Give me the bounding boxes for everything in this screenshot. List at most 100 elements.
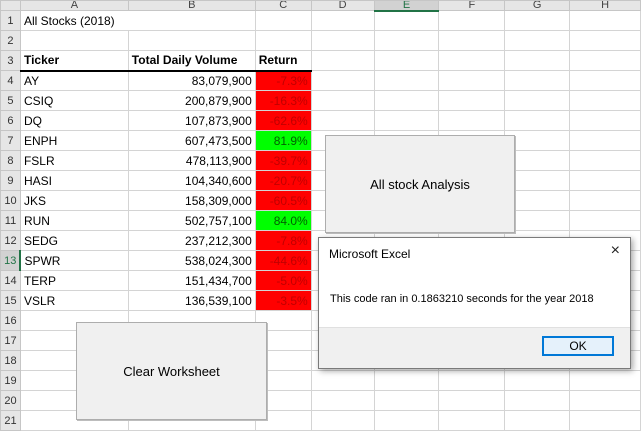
column-header-h[interactable]: H — [569, 0, 641, 11]
cell-a[interactable]: All Stocks (2018) — [19, 10, 256, 31]
cell-empty[interactable] — [310, 50, 375, 71]
cell-empty[interactable] — [310, 390, 375, 411]
cell-empty[interactable] — [310, 30, 375, 51]
cell-empty[interactable] — [504, 110, 571, 131]
row-header[interactable]: 2 — [0, 30, 21, 51]
cell-empty[interactable] — [310, 410, 375, 431]
cell-c[interactable]: -62.6% — [254, 110, 312, 131]
cell-b[interactable]: 200,879,900 — [127, 90, 256, 111]
cell-b[interactable]: 607,473,500 — [127, 130, 256, 151]
cell-empty[interactable] — [569, 10, 641, 31]
cell-c[interactable] — [254, 30, 312, 51]
cell-a[interactable]: SPWR — [19, 250, 129, 271]
row-header[interactable]: 4 — [0, 70, 21, 91]
cell-empty[interactable] — [438, 390, 506, 411]
cell-empty[interactable] — [373, 390, 440, 411]
row-header[interactable]: 5 — [0, 90, 21, 111]
cell-empty[interactable] — [569, 110, 641, 131]
row-header[interactable]: 11 — [0, 210, 21, 231]
cell-c[interactable]: -3.5% — [254, 290, 312, 311]
cell-a[interactable]: Ticker — [19, 50, 129, 72]
cell-empty[interactable] — [373, 110, 440, 131]
cell-b[interactable]: 107,873,900 — [127, 110, 256, 131]
cell-empty[interactable] — [569, 170, 641, 191]
all-stock-analysis-button[interactable]: All stock Analysis — [325, 135, 515, 233]
cell-empty[interactable] — [373, 90, 440, 111]
cell-b[interactable]: 158,309,000 — [127, 190, 256, 211]
cell-a[interactable]: HASI — [19, 170, 129, 191]
cell-a[interactable] — [19, 30, 129, 51]
cell-c[interactable]: Return — [254, 50, 312, 72]
cell-a[interactable]: CSIQ — [19, 90, 129, 111]
cell-empty[interactable] — [373, 50, 440, 71]
column-header-a[interactable]: A — [19, 0, 129, 11]
cell-empty[interactable] — [569, 390, 641, 411]
cell-a[interactable]: ENPH — [19, 130, 129, 151]
cell-empty[interactable] — [504, 390, 571, 411]
cell-c[interactable]: 81.9% — [254, 130, 312, 151]
cell-c[interactable]: -7.3% — [254, 70, 312, 91]
cell-empty[interactable] — [373, 10, 440, 31]
cell-empty[interactable] — [310, 70, 375, 91]
cell-empty[interactable] — [438, 70, 506, 91]
cell-c[interactable]: -16.3% — [254, 90, 312, 111]
cell-empty[interactable] — [569, 30, 641, 51]
row-header[interactable]: 15 — [0, 290, 21, 311]
select-all-corner[interactable] — [0, 0, 21, 11]
cell-c[interactable]: -5.0% — [254, 270, 312, 291]
cell-empty[interactable] — [569, 370, 641, 391]
clear-worksheet-button[interactable]: Clear Worksheet — [76, 322, 267, 420]
cell-empty[interactable] — [438, 110, 506, 131]
cell-b[interactable]: Total Daily Volume — [127, 50, 256, 72]
cell-c[interactable]: -20.7% — [254, 170, 312, 191]
cell-b[interactable]: 104,340,600 — [127, 170, 256, 191]
close-icon[interactable]: × — [611, 243, 620, 259]
cell-empty[interactable] — [504, 30, 571, 51]
row-header[interactable]: 12 — [0, 230, 21, 251]
cell-empty[interactable] — [504, 10, 571, 31]
cell-b[interactable]: 237,212,300 — [127, 230, 256, 251]
cell-empty[interactable] — [504, 370, 571, 391]
cell-a[interactable]: DQ — [19, 110, 129, 131]
cell-c[interactable]: -7.8% — [254, 230, 312, 251]
cell-empty[interactable] — [504, 70, 571, 91]
cell-empty[interactable] — [569, 210, 641, 231]
cell-empty[interactable] — [373, 70, 440, 91]
cell-c[interactable]: -60.5% — [254, 190, 312, 211]
cell-a[interactable]: TERP — [19, 270, 129, 291]
row-header[interactable]: 16 — [0, 310, 21, 331]
cell-c[interactable]: -44.6% — [254, 250, 312, 271]
column-header-d[interactable]: D — [310, 0, 375, 11]
cell-a[interactable]: FSLR — [19, 150, 129, 171]
cell-empty[interactable] — [569, 90, 641, 111]
row-header[interactable]: 18 — [0, 350, 21, 371]
cell-empty[interactable] — [438, 30, 506, 51]
row-header[interactable]: 19 — [0, 370, 21, 391]
cell-b[interactable]: 151,434,700 — [127, 270, 256, 291]
cell-b[interactable]: 538,024,300 — [127, 250, 256, 271]
cell-empty[interactable] — [373, 410, 440, 431]
row-header[interactable]: 6 — [0, 110, 21, 131]
cell-empty[interactable] — [373, 370, 440, 391]
cell-empty[interactable] — [438, 10, 506, 31]
cell-empty[interactable] — [310, 370, 375, 391]
cell-a[interactable]: RUN — [19, 210, 129, 231]
ok-button[interactable]: OK — [542, 336, 614, 356]
row-header[interactable]: 10 — [0, 190, 21, 211]
cell-c[interactable]: -39.7% — [254, 150, 312, 171]
cell-empty[interactable] — [504, 90, 571, 111]
row-header[interactable]: 9 — [0, 170, 21, 191]
cell-empty[interactable] — [569, 50, 641, 71]
cell-empty[interactable] — [569, 130, 641, 151]
cell-empty[interactable] — [438, 370, 506, 391]
row-header[interactable]: 17 — [0, 330, 21, 351]
cell-empty[interactable] — [569, 150, 641, 171]
cell-empty[interactable] — [569, 190, 641, 211]
cell-empty[interactable] — [310, 110, 375, 131]
cell-empty[interactable] — [438, 90, 506, 111]
cell-empty[interactable] — [373, 30, 440, 51]
cell-empty[interactable] — [569, 70, 641, 91]
cell-empty[interactable] — [504, 50, 571, 71]
row-header[interactable]: 21 — [0, 410, 21, 431]
row-header[interactable]: 13 — [0, 250, 22, 271]
